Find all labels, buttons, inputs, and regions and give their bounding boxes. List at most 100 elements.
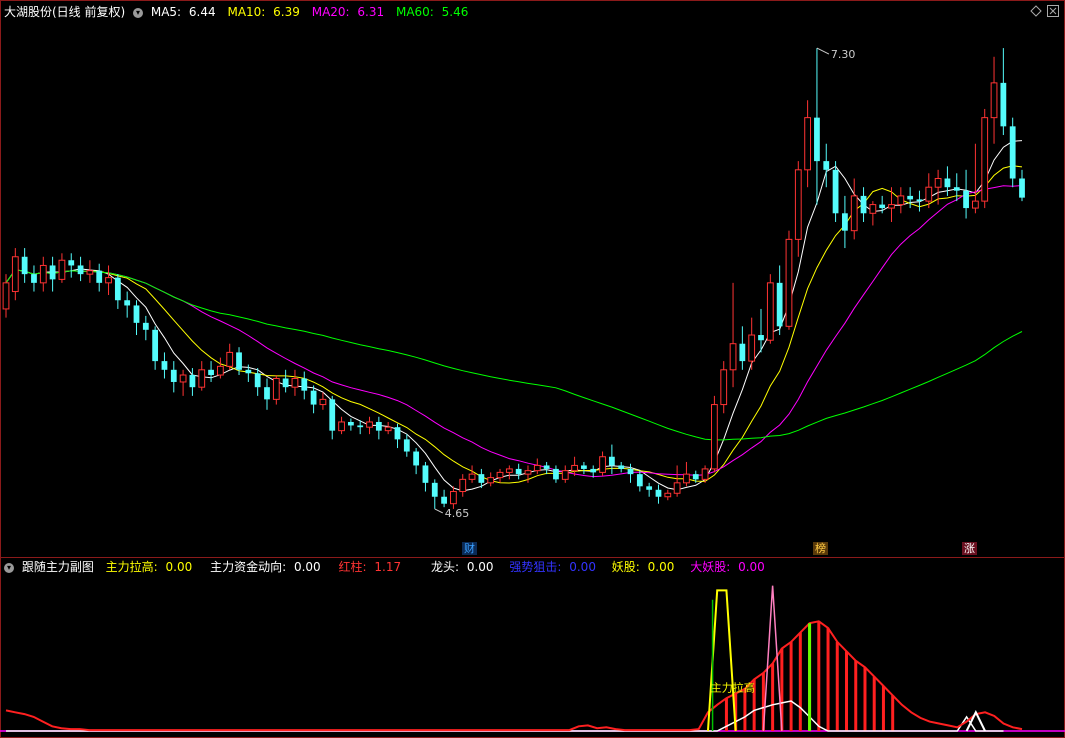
- candle-body: [450, 491, 457, 505]
- candle: [114, 274, 121, 309]
- candle-body: [198, 369, 206, 388]
- candle-body: [68, 260, 75, 266]
- sub-header: ▾ 跟随主力副图 主力拉高: 0.00 主力资金动向: 0.00 红柱: 1.1…: [4, 558, 773, 574]
- candle-body: [860, 195, 867, 214]
- candle-body: [850, 195, 858, 232]
- candle-body: [711, 404, 718, 470]
- candle-body: [916, 199, 923, 202]
- candle: [39, 256, 47, 292]
- indicator-text: 主力拉高: [711, 681, 755, 695]
- candle: [226, 343, 234, 370]
- candle: [375, 416, 382, 440]
- sub-item-longtou: 龙头: 0.00: [430, 560, 494, 574]
- candle-body: [814, 117, 820, 162]
- candle-body: [282, 378, 289, 388]
- candle-body: [366, 421, 373, 428]
- candle-body: [357, 425, 364, 428]
- candle-body: [505, 468, 513, 473]
- candle-body: [179, 374, 187, 383]
- sub-item-juji: 强势狙击: 0.00: [509, 560, 596, 574]
- candle: [31, 265, 37, 292]
- candle-body: [888, 204, 895, 209]
- candle-body: [590, 468, 597, 473]
- marker-limit-up[interactable]: 涨: [962, 542, 977, 555]
- candle: [1000, 48, 1007, 136]
- marker-finance[interactable]: 财: [462, 542, 477, 555]
- candle: [869, 201, 877, 226]
- candle-body: [879, 204, 886, 209]
- candle-body: [77, 265, 84, 275]
- candle-body: [729, 343, 737, 371]
- candle-body: [963, 190, 969, 209]
- candle-body: [720, 369, 728, 406]
- stock-chart-window: 大湖股份(日线 前复权) ▾ MA5: 6.44 MA10: 6.39 MA20…: [0, 0, 1065, 738]
- candle-body: [981, 117, 989, 202]
- candle-body: [2, 282, 10, 310]
- candle-body: [692, 474, 699, 480]
- candle: [216, 357, 224, 379]
- candle-body: [403, 439, 410, 452]
- candle: [776, 265, 783, 336]
- candle: [673, 465, 681, 497]
- chevron-down-icon[interactable]: ▾: [4, 562, 14, 573]
- candle-body: [1000, 82, 1007, 127]
- candle-body: [347, 421, 354, 426]
- candle: [96, 263, 103, 292]
- candle-body: [934, 178, 942, 188]
- candle-body: [124, 300, 131, 306]
- ma5-line: [5, 140, 1023, 492]
- candle-body: [216, 365, 224, 376]
- candle: [953, 173, 960, 202]
- marker-rank[interactable]: 榜: [813, 542, 828, 555]
- candle-body: [11, 256, 19, 293]
- candle-body: [599, 456, 606, 473]
- candle: [963, 169, 969, 219]
- candle-body: [21, 256, 28, 275]
- candle: [571, 456, 578, 476]
- candle-body: [869, 204, 877, 214]
- candle: [264, 378, 270, 410]
- candle-body: [1019, 178, 1025, 198]
- candle-body: [96, 270, 103, 283]
- candle: [394, 423, 401, 449]
- candle-body: [142, 322, 149, 330]
- candle: [990, 56, 998, 144]
- candle-body: [272, 377, 280, 400]
- candle: [21, 248, 28, 283]
- candle: [850, 178, 858, 240]
- candle-body: [105, 277, 112, 284]
- candle-body: [478, 474, 485, 483]
- sub-title[interactable]: 跟随主力副图: [22, 560, 94, 574]
- candle-body: [254, 373, 261, 388]
- candle: [161, 352, 168, 379]
- candle-body: [794, 169, 802, 240]
- candle-body: [226, 351, 234, 367]
- candle-body: [58, 259, 66, 280]
- red-line: [5, 620, 1023, 732]
- candle-body: [776, 282, 783, 327]
- candle-body: [944, 178, 951, 188]
- candle-body: [766, 282, 774, 341]
- high-label: 7.30: [831, 48, 856, 61]
- candle: [627, 463, 634, 483]
- candle-body: [581, 465, 587, 469]
- candle-body: [189, 375, 196, 388]
- candle-body: [646, 486, 653, 490]
- candle: [431, 479, 438, 509]
- candle-body: [953, 187, 960, 191]
- candle-body: [413, 451, 420, 466]
- candle: [729, 282, 737, 388]
- sub-item-zijin: 主力资金动向: 0.00: [210, 560, 321, 574]
- candle-body: [329, 399, 336, 431]
- candle-body: [468, 473, 476, 480]
- candle: [804, 100, 812, 188]
- candle-body: [375, 421, 382, 431]
- indicator-chart: 主力拉高: [0, 585, 1065, 732]
- candle-body: [524, 470, 532, 475]
- sub-item-dayaogu: 大妖股: 0.00: [690, 560, 765, 574]
- candle-body: [804, 117, 812, 171]
- candle-body: [310, 390, 317, 405]
- candle: [590, 465, 597, 478]
- candle: [832, 161, 839, 222]
- candle: [748, 317, 756, 370]
